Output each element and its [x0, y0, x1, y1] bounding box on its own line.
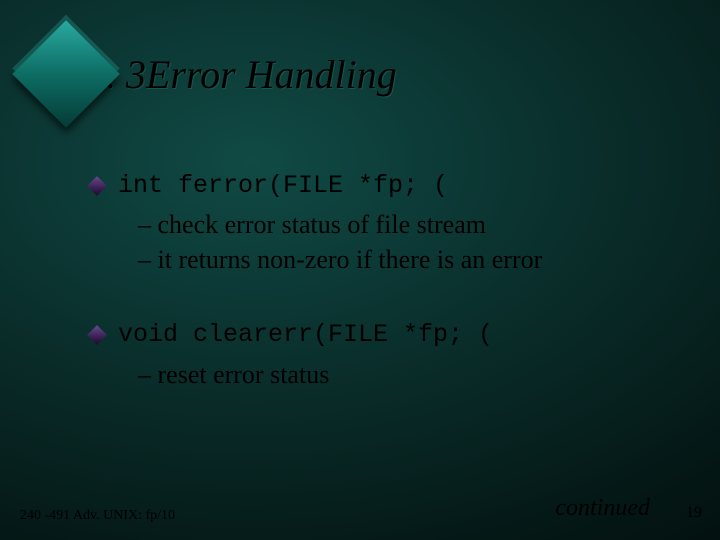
- diamond-icon: [12, 20, 119, 127]
- footer-left: 240 -491 Adv. UNIX: fp/10: [20, 508, 175, 524]
- sub-list: – check error status of file stream – it…: [138, 207, 680, 277]
- title-decoration: [12, 20, 120, 128]
- slide-header: . 3Error Handling: [12, 20, 397, 128]
- bullet-item: int ferror(FILE *fp; ( – check error sta…: [90, 170, 680, 277]
- diamond-bullet-icon: [87, 326, 107, 346]
- continued-label: continued: [555, 495, 650, 522]
- slide-title: . 3Error Handling: [106, 51, 397, 98]
- sub-item: – it returns non-zero if there is an err…: [138, 242, 680, 277]
- sub-item: – check error status of file stream: [138, 207, 680, 242]
- bullet-lead: int ferror(FILE *fp; (: [90, 170, 680, 201]
- sub-list: – reset error status: [138, 357, 680, 392]
- page-number: 19: [686, 504, 702, 522]
- code-line: void clearerr(FILE *fp; (: [118, 319, 493, 350]
- slide: . 3Error Handling int ferror(FILE *fp; (…: [0, 0, 720, 540]
- bullet-lead: void clearerr(FILE *fp; (: [90, 319, 680, 350]
- diamond-bullet-icon: [87, 176, 107, 196]
- code-line: int ferror(FILE *fp; (: [118, 170, 448, 201]
- sub-item: – reset error status: [138, 357, 680, 392]
- slide-body: int ferror(FILE *fp; ( – check error sta…: [90, 170, 680, 434]
- bullet-item: void clearerr(FILE *fp; ( – reset error …: [90, 319, 680, 391]
